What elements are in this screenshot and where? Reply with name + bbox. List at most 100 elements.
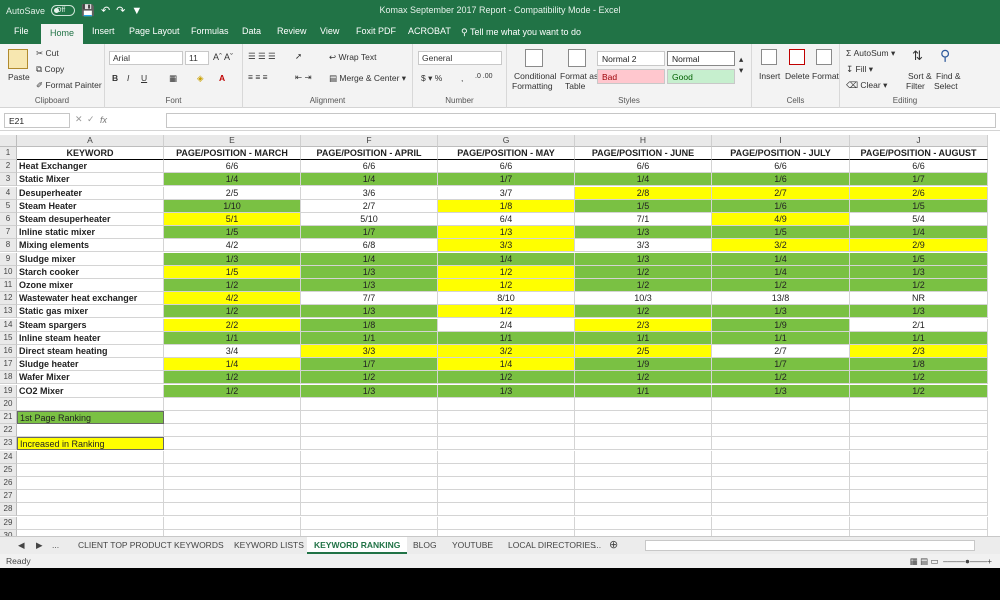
format-cells-button[interactable]: Format xyxy=(812,71,839,81)
empty-cell[interactable] xyxy=(575,516,712,530)
row-header[interactable]: 14 xyxy=(0,318,17,332)
row-header[interactable]: 6 xyxy=(0,213,17,226)
row-header[interactable]: 11 xyxy=(0,279,17,292)
ranking-cell[interactable]: 1/2 xyxy=(575,265,712,279)
insert-cells-icon[interactable] xyxy=(761,49,777,65)
name-box[interactable]: E21 xyxy=(4,113,70,128)
ranking-cell[interactable]: 2/2 xyxy=(164,318,301,332)
row-header[interactable]: 26 xyxy=(0,477,17,490)
ranking-cell[interactable]: 1/8 xyxy=(301,318,438,332)
ranking-cell[interactable]: 6/6 xyxy=(301,160,438,174)
keyword-cell[interactable]: Sludge heater xyxy=(17,358,164,372)
clear-button[interactable]: ⌫ Clear ▾ xyxy=(846,80,887,91)
style-good[interactable]: Good xyxy=(667,69,735,84)
sort-filter-button[interactable]: Sort & xyxy=(908,71,932,81)
ranking-cell[interactable]: 1/3 xyxy=(575,226,712,240)
format-painter-button[interactable]: ✐ Format Painter xyxy=(36,80,102,91)
row-header[interactable]: 16 xyxy=(0,345,17,358)
ranking-cell[interactable]: 1/6 xyxy=(712,173,850,187)
ranking-cell[interactable]: 1/2 xyxy=(164,371,301,385)
tab-formulas[interactable]: Formulas xyxy=(191,26,229,36)
keyword-cell[interactable]: Mixing elements xyxy=(17,239,164,253)
empty-cell[interactable] xyxy=(850,516,988,530)
tab-foxit-pdf[interactable]: Foxit PDF xyxy=(356,26,396,36)
keyword-cell[interactable]: Steam desuperheater xyxy=(17,213,164,226)
sheet-tab-keyword-ranking[interactable]: KEYWORD RANKING xyxy=(307,537,408,554)
ranking-cell[interactable]: 2/9 xyxy=(850,239,988,253)
autosum-button[interactable]: Σ AutoSum ▾ xyxy=(846,48,895,59)
empty-cell[interactable] xyxy=(301,516,438,530)
sheet-tab-youtube[interactable]: YOUTUBE xyxy=(452,540,493,550)
empty-cell[interactable] xyxy=(438,437,575,451)
style-bad[interactable]: Bad xyxy=(597,69,665,84)
row-header[interactable]: 18 xyxy=(0,371,17,385)
keyword-cell[interactable]: Inline steam heater xyxy=(17,331,164,345)
insert-function-icon[interactable]: fx xyxy=(100,115,107,125)
wrap-text-button[interactable]: ↩ Wrap Text xyxy=(329,52,376,63)
empty-cell[interactable] xyxy=(17,477,164,490)
ranking-cell[interactable]: 6/6 xyxy=(164,160,301,174)
ranking-cell[interactable]: 7/7 xyxy=(301,292,438,306)
tab-data[interactable]: Data xyxy=(242,26,261,36)
grow-font-icon[interactable]: Aˆ Aˇ xyxy=(213,52,233,62)
empty-cell[interactable] xyxy=(712,516,850,530)
format-cells-icon[interactable] xyxy=(816,49,832,65)
empty-cell[interactable] xyxy=(575,490,712,504)
empty-cell[interactable] xyxy=(17,503,164,517)
ranking-cell[interactable]: 1/2 xyxy=(438,279,575,292)
tell-me-box[interactable]: ⚲ Tell me what you want to do xyxy=(461,27,581,38)
row-header[interactable]: 15 xyxy=(0,331,17,345)
empty-cell[interactable] xyxy=(438,411,575,424)
ranking-cell[interactable]: 1/6 xyxy=(712,199,850,213)
decimal-icon[interactable]: .0 .00 xyxy=(475,73,493,80)
underline-icon[interactable]: U xyxy=(141,73,147,83)
ranking-cell[interactable]: 1/5 xyxy=(712,226,850,240)
ranking-cell[interactable]: 1/5 xyxy=(164,265,301,279)
ranking-cell[interactable]: 1/8 xyxy=(438,199,575,213)
ranking-cell[interactable]: 1/2 xyxy=(850,384,988,398)
ranking-cell[interactable]: 1/3 xyxy=(301,279,438,292)
formula-enter-icon[interactable]: ✓ xyxy=(87,114,95,125)
currency-icon[interactable]: $ ▾ % xyxy=(421,73,442,84)
empty-cell[interactable] xyxy=(17,490,164,504)
ranking-cell[interactable]: 2/7 xyxy=(301,199,438,213)
column-header-f[interactable]: F xyxy=(301,135,438,147)
ranking-cell[interactable]: 3/3 xyxy=(575,239,712,253)
align-top-icon[interactable]: ☰ ☰ ☰ xyxy=(248,51,276,62)
column-title-cell[interactable]: PAGE/POSITION - MARCH xyxy=(164,147,301,160)
column-title-cell[interactable]: PAGE/POSITION - AUGUST xyxy=(850,147,988,160)
row-header[interactable]: 23 xyxy=(0,437,17,451)
ranking-cell[interactable]: 1/3 xyxy=(301,305,438,319)
empty-cell[interactable] xyxy=(850,397,988,411)
keyword-cell[interactable]: Static gas mixer xyxy=(17,305,164,319)
empty-cell[interactable] xyxy=(438,450,575,464)
row-header[interactable]: 29 xyxy=(0,516,17,530)
empty-cell[interactable] xyxy=(301,463,438,477)
ranking-cell[interactable]: 6/6 xyxy=(438,160,575,174)
ranking-cell[interactable]: 1/5 xyxy=(850,199,988,213)
empty-cell[interactable] xyxy=(575,463,712,477)
comma-icon[interactable]: , xyxy=(461,73,463,83)
borders-icon[interactable]: ▦ xyxy=(169,73,177,84)
ranking-cell[interactable]: 1/9 xyxy=(712,318,850,332)
row-header[interactable]: 22 xyxy=(0,424,17,438)
ranking-cell[interactable]: 1/4 xyxy=(438,358,575,372)
fill-color-icon[interactable]: ◈ xyxy=(197,73,204,84)
column-title-cell[interactable]: PAGE/POSITION - APRIL xyxy=(301,147,438,160)
magnifier-icon[interactable]: ⚲ xyxy=(940,47,950,64)
ranking-cell[interactable]: 1/1 xyxy=(575,384,712,398)
sort-az-icon[interactable]: ⇅ xyxy=(912,48,923,64)
ranking-cell[interactable]: 1/1 xyxy=(850,331,988,345)
empty-cell[interactable] xyxy=(164,411,301,424)
font-color-icon[interactable]: A xyxy=(219,73,225,83)
ranking-cell[interactable]: 5/1 xyxy=(164,213,301,226)
ranking-cell[interactable]: 1/4 xyxy=(301,173,438,187)
empty-cell[interactable] xyxy=(575,411,712,424)
ranking-cell[interactable]: 2/1 xyxy=(850,318,988,332)
row-header[interactable]: 5 xyxy=(0,199,17,213)
ranking-cell[interactable]: 2/5 xyxy=(164,186,301,200)
ranking-cell[interactable]: 4/2 xyxy=(164,292,301,306)
column-header-g[interactable]: G xyxy=(438,135,575,147)
empty-cell[interactable] xyxy=(712,450,850,464)
paste-icon[interactable] xyxy=(8,49,28,69)
